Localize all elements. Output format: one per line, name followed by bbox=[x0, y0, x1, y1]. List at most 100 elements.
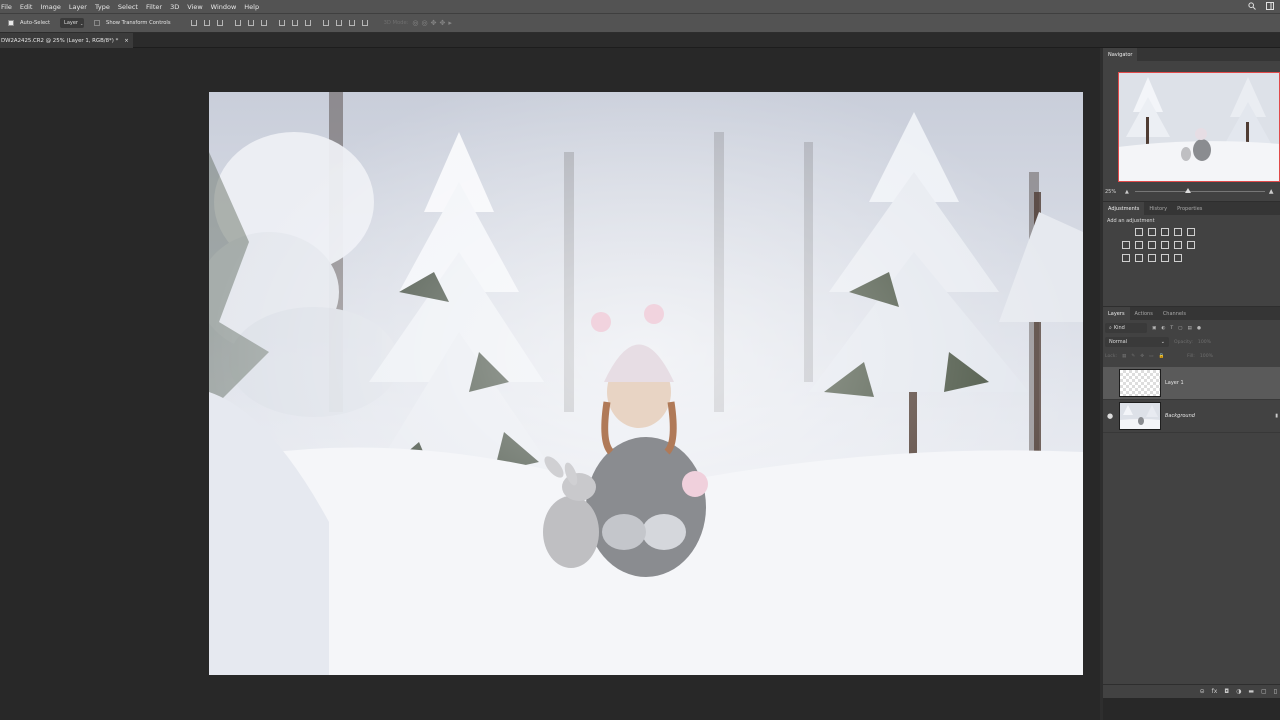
tab-actions[interactable]: Actions bbox=[1130, 307, 1158, 320]
zoom-slider[interactable] bbox=[1134, 188, 1265, 193]
canvas-area[interactable] bbox=[0, 48, 1100, 720]
filter-toggle-icon[interactable]: ● bbox=[1197, 326, 1201, 331]
tab-channels[interactable]: Channels bbox=[1158, 307, 1191, 320]
menu-3d[interactable]: 3D bbox=[166, 3, 183, 11]
menu-edit[interactable]: Edit bbox=[16, 3, 37, 11]
filter-smart-icon[interactable]: ▤ bbox=[1188, 326, 1192, 331]
kind-filter-dropdown[interactable]: ⌕ Kind bbox=[1105, 323, 1147, 333]
blend-mode-dropdown[interactable]: Normal ⌄ bbox=[1105, 337, 1169, 347]
tab-navigator[interactable]: Navigator bbox=[1103, 48, 1138, 61]
3d-mode-label: 3D Mode: bbox=[383, 20, 409, 26]
tab-adjustments[interactable]: Adjustments bbox=[1103, 202, 1145, 215]
distribute-right-icon[interactable] bbox=[347, 18, 357, 28]
align-top-icon[interactable] bbox=[189, 18, 199, 28]
lock-paint-icon[interactable]: ✎ bbox=[1131, 354, 1135, 359]
distribute-left-icon[interactable] bbox=[321, 18, 331, 28]
zoom-slider-knob[interactable] bbox=[1184, 188, 1191, 193]
layer-name[interactable]: Background bbox=[1165, 413, 1195, 419]
tab-layers[interactable]: Layers bbox=[1103, 307, 1130, 320]
adjustment-icon[interactable]: ◑ bbox=[1236, 688, 1241, 695]
color-lookup-icon[interactable] bbox=[1187, 241, 1195, 249]
new-layer-icon[interactable]: ▢ bbox=[1261, 688, 1267, 695]
align-left-icon[interactable] bbox=[233, 18, 243, 28]
invert-icon[interactable] bbox=[1122, 254, 1130, 262]
filter-adjustment-icon[interactable]: ◐ bbox=[1161, 326, 1165, 331]
menu-help[interactable]: Help bbox=[240, 3, 263, 11]
lock-transparent-icon[interactable]: ▦ bbox=[1122, 354, 1126, 359]
black-white-icon[interactable] bbox=[1148, 241, 1156, 249]
3d-scale-icon[interactable]: ▸ bbox=[448, 19, 452, 27]
gradient-map-icon[interactable] bbox=[1161, 254, 1169, 262]
menu-type[interactable]: Type bbox=[91, 3, 114, 11]
menu-filter[interactable]: Filter bbox=[142, 3, 166, 11]
color-balance-icon[interactable] bbox=[1135, 241, 1143, 249]
3d-slide-icon[interactable]: ✥ bbox=[440, 19, 446, 27]
navigator-thumbnail[interactable] bbox=[1118, 72, 1280, 182]
eye-icon[interactable]: ● bbox=[1103, 412, 1117, 420]
channel-mixer-icon[interactable] bbox=[1174, 241, 1182, 249]
trash-icon[interactable]: ▯ bbox=[1274, 688, 1277, 695]
show-transform-checkbox[interactable] bbox=[94, 20, 102, 27]
photo-filter-icon[interactable] bbox=[1161, 241, 1169, 249]
menu-file[interactable]: File bbox=[0, 3, 16, 11]
workspace-icon[interactable] bbox=[1266, 2, 1274, 10]
layer-thumbnail-transparent bbox=[1119, 369, 1161, 397]
lock-move-icon[interactable]: ✥ bbox=[1140, 354, 1144, 359]
distribute-top-icon[interactable] bbox=[277, 18, 287, 28]
auto-align-icon[interactable] bbox=[360, 18, 370, 28]
3d-roll-icon[interactable]: ◎ bbox=[422, 19, 428, 27]
mask-icon[interactable]: ◘ bbox=[1224, 688, 1229, 695]
opacity-value[interactable]: 100% bbox=[1198, 340, 1211, 345]
brightness-icon[interactable] bbox=[1135, 228, 1143, 236]
document-tab[interactable]: DW2A2425.CR2 @ 25% (Layer 1, RGB/8*) * × bbox=[0, 33, 133, 48]
hue-saturation-icon[interactable] bbox=[1122, 241, 1130, 249]
filter-shape-icon[interactable]: ▢ bbox=[1178, 326, 1182, 331]
fx-icon[interactable]: fx bbox=[1212, 688, 1218, 695]
folder-icon[interactable]: ▬ bbox=[1248, 688, 1254, 695]
tab-properties[interactable]: Properties bbox=[1172, 202, 1207, 215]
layer-row-background[interactable]: ● Background ▮ bbox=[1103, 400, 1280, 433]
layer-select-dropdown[interactable]: Layer ⌄ bbox=[60, 18, 85, 28]
zoom-out-icon[interactable]: ▲ bbox=[1125, 189, 1129, 195]
zoom-in-icon[interactable]: ▲ bbox=[1269, 188, 1274, 195]
align-hcenter-icon[interactable] bbox=[246, 18, 256, 28]
canvas-photo[interactable] bbox=[209, 92, 1083, 675]
3d-pan-icon[interactable]: ✥ bbox=[431, 19, 437, 27]
search-icon[interactable] bbox=[1248, 2, 1256, 10]
align-right-icon[interactable] bbox=[259, 18, 269, 28]
layer-name[interactable]: Layer 1 bbox=[1165, 380, 1184, 386]
options-bar: Auto-Select Layer ⌄ Show Transform Contr… bbox=[0, 13, 1280, 33]
distribute-vcenter-icon[interactable] bbox=[290, 18, 300, 28]
filter-type-icon[interactable]: T bbox=[1170, 326, 1173, 331]
lock-artboard-icon[interactable]: ▭ bbox=[1149, 354, 1153, 359]
tab-history[interactable]: History bbox=[1144, 202, 1172, 215]
fill-value[interactable]: 100% bbox=[1200, 354, 1213, 359]
menu-select[interactable]: Select bbox=[114, 3, 142, 11]
levels-icon[interactable] bbox=[1148, 228, 1156, 236]
align-bottom-icon[interactable] bbox=[215, 18, 225, 28]
posterize-icon[interactable] bbox=[1135, 254, 1143, 262]
menu-view[interactable]: View bbox=[183, 3, 206, 11]
adjustments-panel: Adjustments History Properties Add an ad… bbox=[1103, 201, 1280, 306]
close-icon[interactable]: × bbox=[124, 38, 129, 44]
document-tab-title: DW2A2425.CR2 @ 25% (Layer 1, RGB/8*) * bbox=[1, 37, 119, 44]
3d-orbit-icon[interactable]: ◎ bbox=[412, 19, 418, 27]
lock-all-icon[interactable]: 🔒 bbox=[1158, 354, 1164, 359]
distribute-bottom-icon[interactable] bbox=[303, 18, 313, 28]
filter-pixel-icon[interactable]: ▣ bbox=[1152, 326, 1156, 331]
search-icon: ⌕ bbox=[1109, 325, 1112, 331]
vibrance-icon[interactable] bbox=[1187, 228, 1195, 236]
menu-image[interactable]: Image bbox=[36, 3, 64, 11]
distribute-hcenter-icon[interactable] bbox=[334, 18, 344, 28]
auto-select-checkbox[interactable] bbox=[8, 20, 16, 27]
menu-layer[interactable]: Layer bbox=[65, 3, 91, 11]
menu-window[interactable]: Window bbox=[207, 3, 241, 11]
navigator-zoom-value[interactable]: 25% bbox=[1105, 189, 1125, 195]
threshold-icon[interactable] bbox=[1148, 254, 1156, 262]
layer-row-layer-1[interactable]: Layer 1 bbox=[1103, 367, 1280, 400]
selective-color-icon[interactable] bbox=[1174, 254, 1182, 262]
align-vcenter-icon[interactable] bbox=[202, 18, 212, 28]
exposure-icon[interactable] bbox=[1174, 228, 1182, 236]
link-icon[interactable]: ⊝ bbox=[1200, 688, 1205, 695]
curves-icon[interactable] bbox=[1161, 228, 1169, 236]
